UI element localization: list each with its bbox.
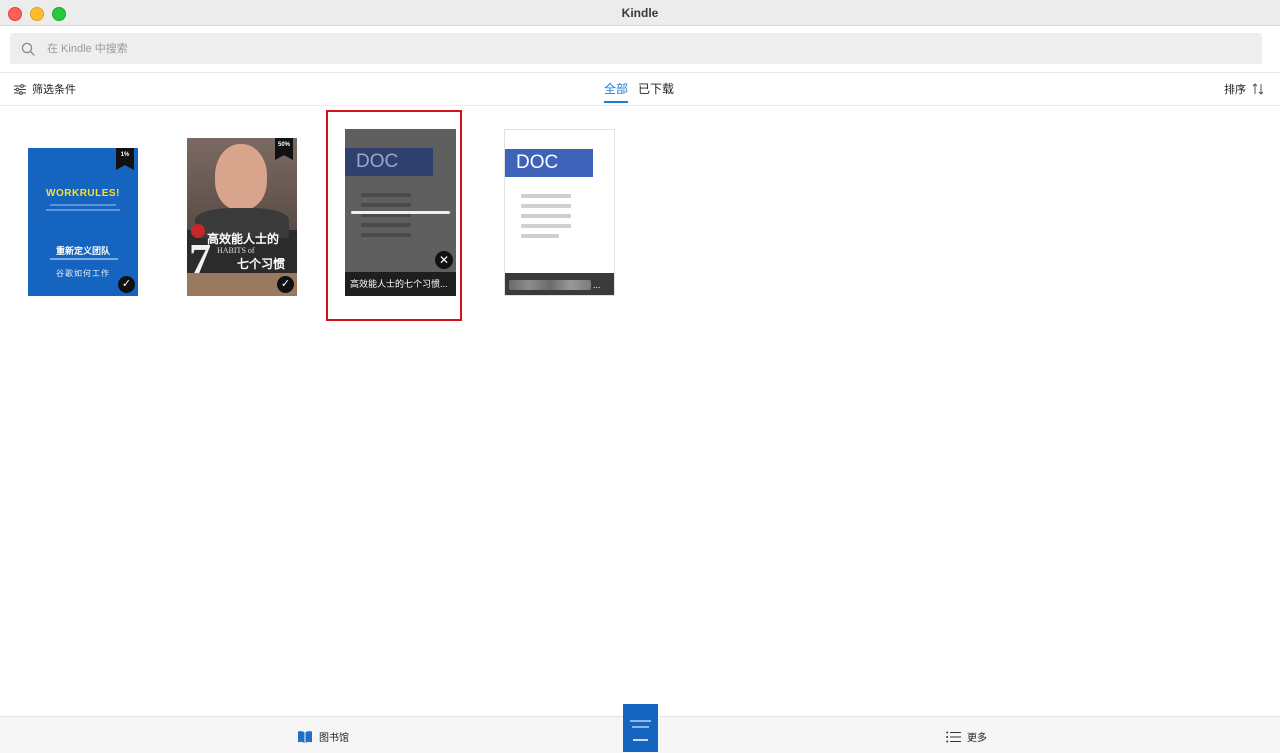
- zoom-window-button[interactable]: [52, 7, 66, 21]
- nav-library[interactable]: 图书馆: [297, 729, 349, 744]
- doc-cover: DOC ...: [504, 129, 615, 296]
- thumb-line: [632, 726, 649, 728]
- doc-title-bar: 高效能人士的七个习惯...: [345, 272, 456, 296]
- doc-title: ...: [593, 280, 601, 290]
- cancel-download-button[interactable]: ✕: [435, 251, 453, 269]
- filter-label: 筛选条件: [32, 84, 76, 96]
- book-card[interactable]: 7 高效能人士的 HABITS of 七个习惯 50% ✓: [187, 138, 297, 296]
- doc-cover: DOC ✕ 高效能人士的七个习惯...: [345, 129, 456, 296]
- cover-title-cn: 重新定义团队: [55, 246, 110, 256]
- nav-more-label: 更多: [967, 733, 987, 744]
- book-cover: WORKRULES! 重新定义团队 谷歌如何工作: [28, 148, 138, 296]
- doc-title-bar: ...: [505, 273, 614, 295]
- search-bar: [0, 26, 1280, 73]
- thumb-line: [633, 739, 648, 741]
- cover-fineprint: [46, 209, 120, 211]
- author-face: [215, 144, 267, 210]
- cover-title-en: WORKRULES!: [46, 188, 120, 199]
- doc-text-lines: [361, 193, 411, 243]
- library-toolbar: 筛选条件 全部 已下载 排序: [0, 73, 1280, 106]
- doc-title: 高效能人士的七个习惯...: [350, 279, 448, 289]
- filter-icon: [14, 83, 26, 95]
- nav-more[interactable]: 更多: [946, 729, 987, 744]
- downloaded-check-icon: ✓: [118, 276, 135, 293]
- library-tabs: 全部 已下载: [604, 73, 674, 105]
- bottom-navigation: 图书馆 更多: [0, 704, 1280, 753]
- doc-label: DOC: [345, 148, 433, 176]
- download-progress-bar: [351, 211, 450, 214]
- window-controls: [8, 7, 66, 21]
- search-icon: [21, 42, 35, 56]
- doc-label: DOC: [505, 149, 593, 177]
- nav-library-label: 图书馆: [319, 733, 349, 744]
- sort-button[interactable]: 排序: [1224, 81, 1264, 97]
- cover-fineprint: [50, 258, 118, 260]
- cover-en-habits: HABITS of: [217, 246, 255, 255]
- cover-title-cn: 高效能人士的: [207, 232, 280, 246]
- sort-icon: [1252, 83, 1264, 95]
- thumb-line: [630, 720, 651, 722]
- book-card-downloading[interactable]: DOC ✕ 高效能人士的七个习惯...: [345, 129, 456, 296]
- minimize-window-button[interactable]: [30, 7, 44, 21]
- doc-title-blurred: [509, 280, 591, 290]
- book-card[interactable]: DOC ...: [504, 129, 615, 296]
- search-box[interactable]: [10, 33, 1262, 64]
- sort-label: 排序: [1224, 84, 1246, 96]
- search-input[interactable]: [45, 41, 1149, 56]
- book-cover: 7 高效能人士的 HABITS of 七个习惯: [187, 138, 297, 296]
- book-card[interactable]: WORKRULES! 重新定义团队 谷歌如何工作 1% ✓: [28, 148, 138, 296]
- book-icon: [298, 730, 312, 743]
- list-icon: [946, 731, 961, 742]
- window-title: Kindle: [621, 5, 659, 20]
- title-bar: Kindle: [0, 0, 1280, 26]
- close-window-button[interactable]: [8, 7, 22, 21]
- tab-downloaded[interactable]: 已下载: [638, 73, 674, 105]
- doc-text-lines: [521, 194, 571, 244]
- downloaded-check-icon: ✓: [277, 276, 294, 293]
- now-reading-thumbnail[interactable]: [623, 704, 658, 752]
- tab-all[interactable]: 全部: [604, 73, 629, 105]
- cover-fineprint: [50, 204, 116, 206]
- cover-title-cn-2: 七个习惯: [237, 257, 286, 271]
- filter-button[interactable]: 筛选条件: [14, 81, 76, 97]
